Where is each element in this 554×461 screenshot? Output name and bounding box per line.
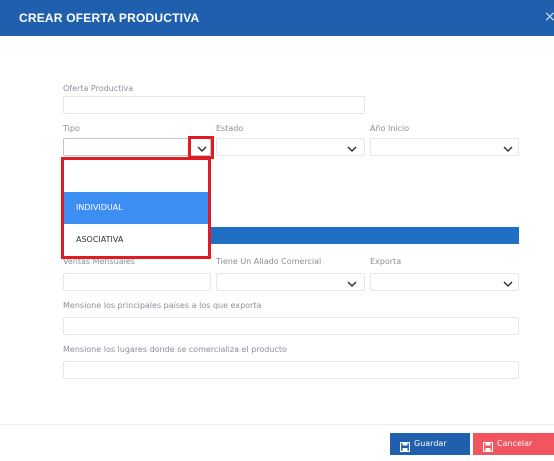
paises-exporta-label: Mensione los principales paises a los qu… [63, 301, 262, 310]
paises-exporta-input[interactable] [63, 317, 519, 335]
tipo-chevron-highlight [188, 136, 214, 159]
modal-header: CREAR OFERTA PRODUCTIVA × [0, 0, 554, 36]
aliado-comercial-select[interactable] [216, 273, 365, 291]
save-button[interactable]: Guardar [390, 433, 470, 455]
ventas-mensuales-input[interactable] [63, 273, 211, 291]
chevron-down-icon[interactable] [347, 280, 357, 288]
exporta-label: Exporta [370, 257, 402, 266]
modal-title: CREAR OFERTA PRODUCTIVA [19, 11, 200, 25]
cancel-button[interactable]: Cancelar [473, 433, 554, 455]
save-icon [399, 439, 411, 453]
cancel-button-label: Cancelar [497, 439, 533, 448]
footer-divider [0, 424, 554, 425]
chevron-down-icon[interactable] [503, 280, 513, 288]
chevron-down-icon[interactable] [503, 145, 513, 153]
ano-inicio-select[interactable] [370, 138, 519, 156]
exporta-select[interactable] [370, 273, 519, 291]
estado-select[interactable] [216, 138, 365, 156]
ano-inicio-label: Año Inicio [370, 124, 410, 133]
lugares-comercializa-label: Mensione los lugares donde se comerciali… [63, 345, 287, 354]
cancel-icon [482, 439, 494, 453]
close-icon[interactable]: × [544, 9, 554, 25]
oferta-productiva-input[interactable] [63, 96, 365, 114]
chevron-down-icon[interactable] [347, 145, 357, 153]
aliado-comercial-label: Tiene Un Aliado Comercial [216, 257, 322, 266]
estado-label: Estado [216, 124, 244, 133]
oferta-productiva-label: Oferta Productiva [63, 84, 134, 93]
save-button-label: Guardar [414, 439, 447, 448]
lugares-comercializa-input[interactable] [63, 361, 519, 379]
tipo-label: Tipo [63, 124, 80, 133]
dropdown-highlight [61, 157, 211, 259]
